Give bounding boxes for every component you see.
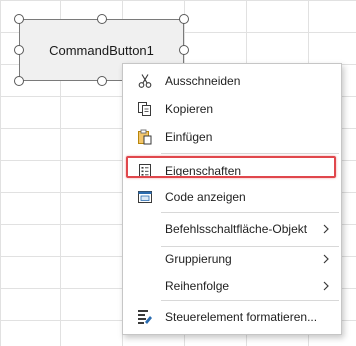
menu-separator — [161, 153, 339, 154]
chevron-right-icon — [321, 223, 331, 235]
command-button-label: CommandButton1 — [49, 42, 154, 58]
menu-item-label: Befehlsschaltfläche-Objekt — [165, 222, 308, 236]
menu-item-label: Steuerelement formatieren... — [165, 310, 318, 324]
copy-icon — [137, 101, 153, 117]
chevron-right-icon — [321, 280, 331, 292]
paste-icon — [137, 129, 153, 145]
menu-item-grouping[interactable]: Gruppierung — [123, 245, 341, 273]
highlight-frame — [126, 156, 336, 178]
scissors-icon — [137, 73, 153, 89]
menu-item-order[interactable]: Reihenfolge — [123, 272, 341, 300]
menu-item-label: Kopieren — [165, 102, 214, 116]
view-code-icon — [137, 189, 153, 205]
resize-handle-top-center[interactable] — [97, 14, 107, 24]
format-control-icon — [137, 309, 153, 325]
menu-item-label: Gruppierung — [165, 252, 232, 266]
menu-item-copy[interactable]: Kopieren — [123, 95, 341, 123]
menu-item-label: Reihenfolge — [165, 279, 230, 293]
resize-handle-bottom-center[interactable] — [97, 76, 107, 86]
chevron-right-icon — [321, 253, 331, 265]
context-menu: Ausschneiden Kopieren Einfügen Eigenscha… — [122, 63, 342, 335]
menu-item-view-code[interactable]: Code anzeigen — [123, 183, 341, 211]
menu-item-button-object[interactable]: Befehlsschaltfläche-Objekt — [123, 215, 341, 243]
menu-separator — [161, 300, 339, 301]
menu-item-label: Einfügen — [165, 130, 213, 144]
menu-item-format-control[interactable]: Steuerelement formatieren... — [123, 303, 341, 331]
resize-handle-top-right[interactable] — [179, 14, 189, 24]
resize-handle-bottom-left[interactable] — [14, 76, 24, 86]
menu-separator — [161, 212, 339, 213]
menu-item-cut[interactable]: Ausschneiden — [123, 67, 341, 95]
menu-item-label: Ausschneiden — [165, 74, 241, 88]
resize-handle-middle-right[interactable] — [179, 45, 189, 55]
resize-handle-middle-left[interactable] — [14, 45, 24, 55]
menu-item-label: Code anzeigen — [165, 190, 246, 204]
menu-item-paste[interactable]: Einfügen — [123, 123, 341, 151]
resize-handle-top-left[interactable] — [14, 14, 24, 24]
